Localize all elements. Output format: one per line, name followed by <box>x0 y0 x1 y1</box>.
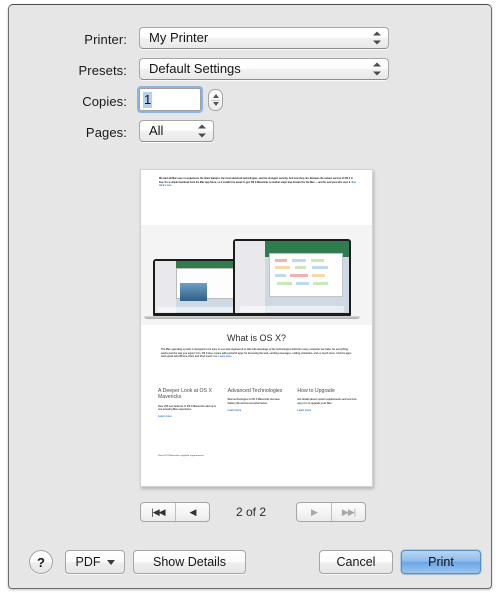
print-settings-form: Printer: My Printer Presets: Default Set… <box>9 27 493 151</box>
copies-label: Copies: <box>82 94 127 109</box>
preview-column-title: Advanced Technologies <box>227 388 283 394</box>
printer-select[interactable]: My Printer <box>139 27 389 49</box>
preview-column-link: Learn more <box>297 408 311 412</box>
pages-value: All <box>149 123 164 138</box>
presets-row: Presets: Default Settings <box>9 58 493 89</box>
pages-row: Pages: All <box>9 120 493 151</box>
presets-value: Default Settings <box>149 61 241 76</box>
pager-next-group[interactable]: ▶ ▶▶| <box>296 502 366 522</box>
pdf-label: PDF <box>75 555 101 569</box>
preview-column-body: New technologies in OS X Mavericks incre… <box>227 398 280 405</box>
preview-column: A Deeper Look at OS X Mavericks Over 200… <box>158 388 219 418</box>
printer-row: Printer: My Printer <box>9 27 493 58</box>
preview-column: How to Upgrade Get details about system … <box>297 388 358 418</box>
copies-stepper[interactable] <box>208 89 223 111</box>
show-details-button[interactable]: Show Details <box>133 550 246 574</box>
preview-column: Advanced Technologies New technologies i… <box>228 388 289 418</box>
print-dialog: Printer: My Printer Presets: Default Set… <box>8 4 492 589</box>
printer-value: My Printer <box>149 30 209 45</box>
preview-column-body: Over 200 new features in OS X Mavericks … <box>158 404 217 412</box>
print-button[interactable]: Print <box>401 550 481 574</box>
chevron-updown-icon <box>373 62 382 77</box>
preview-column-link: Learn more <box>227 408 242 412</box>
dialog-action-bar: ? PDF Show Details Cancel Print <box>9 550 493 576</box>
preview-subcopy-link: Learn more <box>218 355 232 359</box>
preview-column-title: How to Upgrade <box>297 388 335 394</box>
preview-subcopy-paragraph: The Mac operating system is designed to … <box>161 348 352 359</box>
caret-down-icon <box>106 559 115 565</box>
next-page-button[interactable]: ▶ <box>297 503 331 521</box>
copies-input[interactable]: 1 <box>137 86 203 113</box>
pages-select[interactable]: All <box>139 120 214 142</box>
print-preview: We want all Mac users to experience the … <box>140 169 373 487</box>
last-page-button[interactable]: ▶▶| <box>331 503 365 521</box>
preview-headline: What is OS X? <box>226 333 287 343</box>
copies-row: Copies: 1 <box>9 86 493 120</box>
preview-pager: |◀◀ ◀ 2 of 2 ▶ ▶▶| <box>9 502 493 524</box>
preview-page: We want all Mac users to experience the … <box>140 169 373 487</box>
cancel-button[interactable]: Cancel <box>319 550 393 574</box>
preview-column-link: Learn more <box>158 415 172 418</box>
help-button[interactable]: ? <box>29 550 53 574</box>
macbook-calendar-image <box>224 239 360 319</box>
page-indicator: 2 of 2 <box>235 505 267 519</box>
preview-hero-image <box>141 225 372 325</box>
copies-value: 1 <box>143 92 153 108</box>
preview-footnote: View OS X Mavericks upgrade requirements… <box>158 455 205 457</box>
preview-subcopy-text: The Mac operating system is designed to … <box>161 348 352 359</box>
preview-column-title: A Deeper Look at OS X Mavericks <box>158 388 212 401</box>
preview-intro-paragraph: We want all Mac users to experience the … <box>159 178 358 189</box>
chevron-updown-icon <box>198 124 207 139</box>
pdf-menu-button[interactable]: PDF <box>65 550 125 574</box>
macbook-mail-image <box>144 259 248 319</box>
presets-label: Presets: <box>78 63 127 78</box>
presets-select[interactable]: Default Settings <box>139 58 389 80</box>
printer-label: Printer: <box>84 32 127 47</box>
pages-label: Pages: <box>85 125 127 140</box>
chevron-updown-icon <box>373 31 382 46</box>
preview-column-body: Get details about system requirements an… <box>297 398 357 405</box>
preview-intro-text: We want all Mac users to experience the … <box>159 178 353 184</box>
preview-columns: A Deeper Look at OS X Mavericks Over 200… <box>158 388 358 418</box>
